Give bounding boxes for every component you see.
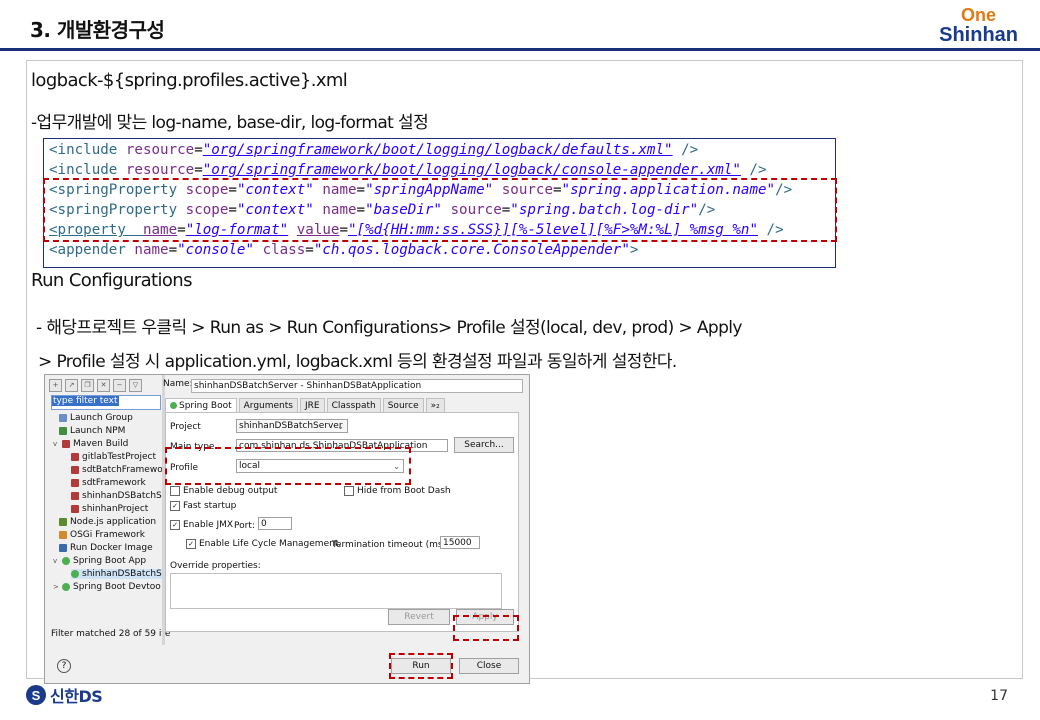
collapse-all-icon[interactable]: − (113, 378, 126, 392)
logo-one-text: One (961, 5, 997, 25)
tab-arguments[interactable]: Arguments (238, 398, 298, 412)
launch-config-toolbar: + ↗ ❐ ✕ − ▽ (49, 378, 161, 392)
project-select[interactable]: shinhanDSBatchServer ⌄ (236, 419, 348, 433)
hide-boot-dash-checkbox[interactable]: Hide from Boot Dash (344, 486, 451, 496)
code-line-6: <appender name="console" class="ch.qos.l… (49, 242, 639, 258)
port-label: Port: (234, 521, 255, 531)
name-label: Name: (163, 379, 193, 389)
enable-debug-checkbox[interactable]: Enable debug output (170, 486, 277, 496)
config-tabs: Spring Boot Arguments JRE Classpath Sour… (165, 398, 517, 412)
tab-classpath[interactable]: Classpath (326, 398, 381, 412)
enable-jmx-checkbox[interactable]: ✓ Enable JMX (170, 520, 233, 530)
tree-item[interactable]: sdtFramework (71, 478, 146, 488)
tree-item[interactable]: shinhanDSBatchS (71, 491, 162, 501)
run-config-step-2: > Profile 설정 시 application.yml, logback.… (38, 352, 677, 372)
page-number: 17 (990, 688, 1008, 704)
shinhan-ds-mark-icon: S (26, 685, 46, 705)
slide-title: 3. 개발환경구성 (30, 18, 165, 42)
export-config-icon[interactable]: ↗ (65, 378, 78, 392)
shinhan-ds-text: 신한DS (50, 687, 103, 706)
title-divider (0, 48, 1040, 51)
tree-item[interactable]: OSGi Framework (59, 530, 145, 540)
one-shinhan-logo: One Shinhan (939, 6, 1018, 45)
filter-status: Filter matched 28 of 59 ite (51, 629, 171, 639)
spring-boot-tab-form: Project shinhanDSBatchServer ⌄ Main type … (165, 412, 519, 632)
tree-item-selected[interactable]: shinhanDSBatchS (71, 569, 162, 579)
tab-source[interactable]: Source (382, 398, 424, 412)
apply-highlight-box (453, 615, 519, 641)
termination-field[interactable]: 15000 (440, 536, 480, 549)
run-config-heading: Run Configurations (31, 270, 192, 291)
run-highlight-box (389, 653, 453, 679)
tree-item[interactable]: shinhanProject (71, 504, 148, 514)
launch-config-tree: Launch Group Launch NPM v Maven Build git… (45, 411, 163, 631)
tab-jre[interactable]: JRE (299, 398, 325, 412)
project-label: Project (170, 422, 201, 432)
run-config-step-1: - 해당프로젝트 우클릭 > Run as > Run Configuratio… (36, 318, 742, 338)
lifecycle-checkbox[interactable]: ✓ Enable Life Cycle Management. (186, 539, 341, 549)
port-field[interactable]: 0 (258, 517, 292, 530)
termination-label: Termination timeout (ms): (332, 540, 450, 550)
tree-item[interactable]: Node.js application (59, 517, 156, 527)
tree-item[interactable]: Run Docker Image (59, 543, 153, 553)
code-line-2: <include resource="org/springframework/b… (49, 162, 767, 178)
run-configurations-screenshot: + ↗ ❐ ✕ − ▽ type filter text Launch Grou… (44, 374, 530, 684)
tab-spring-boot[interactable]: Spring Boot (165, 398, 237, 412)
revert-button[interactable]: Revert (388, 609, 450, 625)
override-properties-area[interactable] (170, 573, 502, 609)
code-highlight-box (43, 178, 837, 242)
name-field[interactable]: shinhanDSBatchServer - ShinhanDSBatAppli… (191, 379, 523, 393)
profile-highlight-box (165, 447, 411, 485)
filter-icon[interactable]: ▽ (129, 378, 142, 392)
logback-description: -업무개발에 맞는 log-name, base-dir, log-format… (31, 113, 429, 133)
help-icon[interactable]: ? (57, 659, 71, 673)
duplicate-config-icon[interactable]: ❐ (81, 378, 94, 392)
new-config-icon[interactable]: + (49, 378, 62, 392)
override-label: Override properties: (170, 561, 261, 571)
fast-startup-checkbox[interactable]: ✓ Fast startup (170, 501, 236, 511)
shinhan-ds-logo: S 신한DS (26, 683, 103, 707)
delete-config-icon[interactable]: ✕ (97, 378, 110, 392)
tree-item[interactable]: sdtBatchFramewo (71, 465, 163, 475)
tab-overflow[interactable]: »₂ (425, 398, 445, 412)
tree-item[interactable]: Launch Group (59, 413, 133, 423)
logo-shinhan-text: Shinhan (939, 24, 1018, 46)
tree-item[interactable]: v Spring Boot App (53, 556, 146, 566)
tree-item[interactable]: Launch NPM (59, 426, 125, 436)
code-line-1: <include resource="org/springframework/b… (49, 142, 699, 158)
tree-item[interactable]: v Maven Build (53, 439, 128, 449)
close-button[interactable]: Close (459, 658, 519, 674)
tree-item[interactable]: gitlabTestProject (71, 452, 156, 462)
logback-file-heading: logback-${spring.profiles.active}.xml (31, 70, 348, 91)
filter-input[interactable]: type filter text (51, 395, 161, 410)
search-button[interactable]: Search... (454, 437, 514, 453)
tree-item[interactable]: > Spring Boot Devtoo (53, 582, 161, 592)
